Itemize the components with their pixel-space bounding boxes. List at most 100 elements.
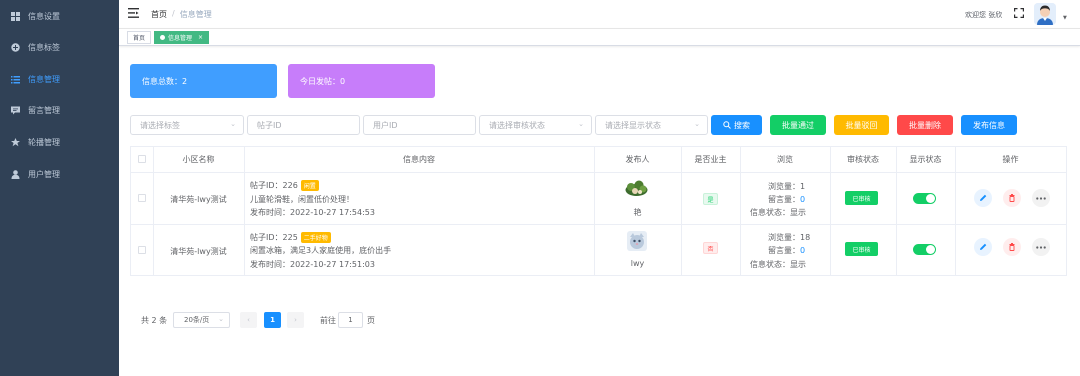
community-name: 清华苑-lwy测试 [170,195,227,204]
hamburger-icon[interactable] [128,8,139,18]
post-id-placeholder: 帖子ID [257,120,282,130]
page-size-select[interactable]: 20条/页 ⌄ [173,312,230,328]
views-line: 浏览量：18 [768,232,810,243]
select-all-checkbox[interactable] [138,155,146,163]
col-display: 显示状态 [909,155,942,164]
total-info-card: 信息总数：2 [130,64,277,98]
sidebar-item-info-tags[interactable]: 信息标签 [0,31,119,63]
batch-pass-button[interactable]: 批量通过 [770,115,826,135]
breadcrumb-separator: / [172,9,175,18]
today-posts-label: 今日发帖：0 [300,76,346,86]
more-button[interactable] [1032,238,1050,256]
search-button[interactable]: 搜索 [711,115,762,135]
star-icon [10,137,20,147]
chevron-down-icon[interactable]: ▼ [1063,15,1067,21]
sidebar-item-label: 信息标签 [28,42,60,52]
user-icon [10,169,20,179]
goto-label: 前往 [320,316,336,325]
comment-count[interactable]: 0 [800,195,805,204]
search-label: 搜索 [734,120,750,130]
comments-line: 留言量：0 [768,245,805,256]
chevron-down-icon: ⌄ [218,315,224,323]
col-audit: 审核状态 [847,155,879,164]
display-toggle[interactable] [913,244,936,255]
tag-home[interactable]: 首页 [127,31,152,44]
tag-select-placeholder: 请选择标签 [140,120,180,130]
chevron-down-icon: ⌄ [694,120,700,128]
audit-status-select[interactable]: 请选择审核状态 ⌄ [479,115,592,135]
comment-count[interactable]: 0 [800,246,805,255]
category-badge: 二手好物 [300,232,331,243]
display-toggle[interactable] [913,193,936,204]
sidebar: 信息设置 信息标签 信息管理 留言管理 轮播管理 用户管理 [0,0,119,376]
audit-status-badge: 已审核 [845,191,878,205]
sidebar-item-label: 留言管理 [28,105,60,115]
breadcrumb-home[interactable]: 首页 [151,9,167,20]
tag-label: 信息管理 [168,35,193,42]
sidebar-item-label: 轮播管理 [28,137,60,147]
publisher-name: lwy [630,259,645,268]
batch-delete-button[interactable]: 批量删除 [897,115,953,135]
publisher-avatar [627,231,647,251]
delete-button[interactable] [1003,189,1021,207]
col-publisher: 发布人 [625,155,650,164]
breadcrumb: 首页 / 信息管理 [151,9,212,20]
post-id-line: 帖子ID：226 闲置 [250,180,319,191]
tag-info-management[interactable]: 信息管理 × [154,31,210,44]
edit-button[interactable] [974,238,992,256]
row-checkbox[interactable] [138,246,146,254]
more-icon [1036,245,1046,249]
publisher-avatar [624,179,649,198]
tag-select[interactable]: 请选择标签 ⌄ [130,115,244,135]
batch-reject-button[interactable]: 批量驳回 [834,115,889,135]
goto-page-input[interactable]: 1 [338,312,363,328]
views-label: 浏览量： [768,233,800,242]
batch-delete-label: 批量删除 [909,120,941,130]
post-content: 闲置冰箱，满足3人家庭使用，底价出手 [250,246,392,255]
user-id-input[interactable]: 用户ID [363,115,476,135]
row-checkbox[interactable] [138,194,146,202]
edit-icon [980,194,987,201]
sidebar-item-label: 信息管理 [28,74,60,84]
display-state: 信息状态：显示 [750,260,806,269]
col-owner: 是否业主 [694,155,727,164]
user-id-placeholder: 用户ID [373,120,398,130]
publish-label: 发布信息 [973,120,1005,130]
chevron-down-icon: ⌄ [578,120,584,128]
comments-label: 留言量： [768,246,800,255]
delete-button[interactable] [1003,238,1021,256]
sidebar-item-label: 用户管理 [28,169,60,179]
edit-button[interactable] [974,189,992,207]
more-icon [1036,196,1046,200]
post-id: 帖子ID：225 [250,233,298,242]
comments-label: 留言量： [768,195,800,204]
post-id-input[interactable]: 帖子ID [247,115,360,135]
next-page-button[interactable]: › [287,312,304,328]
page-1-button[interactable]: 1 [264,312,281,328]
fullscreen-icon[interactable] [1014,8,1024,18]
sidebar-item-info-management[interactable]: 信息管理 [0,63,119,95]
close-icon[interactable]: × [198,34,203,41]
batch-pass-label: 批量通过 [782,120,814,130]
owner-no-tag: 否 [703,242,718,254]
owner-yes-tag: 是 [703,193,718,205]
breadcrumb-current: 信息管理 [179,10,212,19]
col-community: 小区名称 [182,155,215,164]
tags-view: 首页 信息管理 × [119,28,1080,46]
col-actions: 操作 [1002,155,1019,164]
avatar[interactable] [1034,3,1056,25]
publisher-name: 艳 [633,208,642,217]
display-status-select[interactable]: 请选择显示状态 ⌄ [595,115,708,135]
col-views: 浏览 [777,155,793,164]
sidebar-item-info-settings[interactable]: 信息设置 [0,0,119,32]
more-button[interactable] [1032,189,1050,207]
circle-plus-icon [10,42,20,52]
col-content: 信息内容 [403,155,435,164]
sidebar-item-message-management[interactable]: 留言管理 [0,94,119,126]
publish-button[interactable]: 发布信息 [961,115,1017,135]
edit-icon [980,243,987,250]
sidebar-item-user-management[interactable]: 用户管理 [0,158,119,190]
prev-page-button[interactable]: ‹ [240,312,257,328]
sidebar-item-carousel-management[interactable]: 轮播管理 [0,126,119,158]
comments-line: 留言量：0 [768,194,805,205]
